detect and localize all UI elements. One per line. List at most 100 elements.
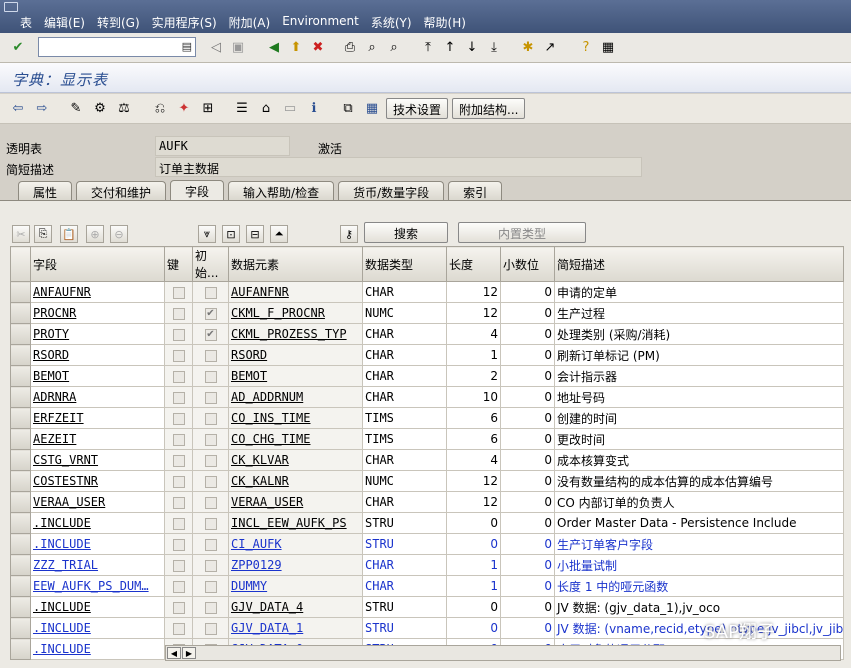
menu-item[interactable]: 附加(A) bbox=[229, 14, 271, 31]
tab-2[interactable]: 字段 bbox=[170, 180, 225, 201]
check-icon[interactable]: ⚖ bbox=[114, 98, 134, 118]
search-help-icon[interactable]: ⚷ bbox=[340, 225, 358, 243]
menu-item[interactable]: 帮助(H) bbox=[424, 14, 466, 31]
graphic-icon[interactable]: ⧉ bbox=[338, 98, 358, 118]
command-history-icon[interactable]: ▤ bbox=[182, 40, 192, 53]
data-element-cell[interactable]: CO_CHG_TIME bbox=[228, 428, 363, 450]
data-element-cell[interactable]: RSORD bbox=[228, 344, 363, 366]
select-all-column[interactable] bbox=[10, 246, 31, 282]
column-header[interactable]: 字段 bbox=[30, 246, 165, 282]
tab-0[interactable]: 属性 bbox=[18, 181, 73, 201]
data-element-cell[interactable]: CK_KALNR bbox=[228, 470, 363, 492]
exit-icon[interactable]: ⬆ bbox=[286, 37, 306, 57]
table-row[interactable]: AEZEIT CO_CHG_TIME TIMS 6 0 更改时间 bbox=[10, 428, 844, 450]
where-used-icon[interactable]: ⎌ bbox=[150, 98, 170, 118]
back-triangle-icon[interactable]: ◁ bbox=[206, 37, 226, 57]
data-element-cell[interactable]: CO_INS_TIME bbox=[228, 407, 363, 429]
horizontal-scrollbar[interactable]: ◀ ▶ bbox=[165, 645, 841, 661]
data-element-cell[interactable]: AD_ADDRNUM bbox=[228, 386, 363, 408]
find-next-icon[interactable]: ⌕ bbox=[384, 37, 404, 57]
table-row[interactable]: VERAA_USER VERAA_USER CHAR 12 0 CO 内部订单的负责人 bbox=[10, 491, 844, 513]
row-selector[interactable] bbox=[10, 617, 31, 639]
previous-page-icon[interactable]: ↑ bbox=[440, 37, 460, 57]
field-name-cell[interactable]: EEW_AUFK_PS_DUM… bbox=[30, 575, 165, 597]
back-arrow-icon[interactable]: ⇦ bbox=[8, 98, 28, 118]
display-object-list-icon[interactable]: ▭ bbox=[280, 98, 300, 118]
menu-item[interactable]: 编辑(E) bbox=[44, 14, 85, 31]
enter-icon[interactable]: ✔ bbox=[8, 37, 28, 57]
menu-item[interactable]: 转到(G) bbox=[97, 14, 140, 31]
row-selector[interactable] bbox=[10, 386, 31, 408]
information-icon[interactable]: ℹ bbox=[304, 98, 324, 118]
field-name-cell[interactable]: BEMOT bbox=[30, 365, 165, 387]
data-element-cell[interactable]: GJV_DATA_4 bbox=[228, 596, 363, 618]
menu-item[interactable]: Environment bbox=[282, 14, 359, 31]
scroll-right-icon[interactable]: ▶ bbox=[182, 647, 196, 659]
next-page-icon[interactable]: ↓ bbox=[462, 37, 482, 57]
row-selector[interactable] bbox=[10, 281, 31, 303]
print-icon[interactable]: ⎙ bbox=[340, 37, 360, 57]
row-selector[interactable] bbox=[10, 365, 31, 387]
tab-4[interactable]: 货币/数量字段 bbox=[338, 181, 445, 201]
field-name-cell[interactable]: ADRNRA bbox=[30, 386, 165, 408]
row-selector[interactable] bbox=[10, 596, 31, 618]
field-name-cell[interactable]: VERAA_USER bbox=[30, 491, 165, 513]
create-session-icon[interactable]: ✱ bbox=[518, 37, 538, 57]
table-row[interactable]: ERFZEIT CO_INS_TIME TIMS 6 0 创建的时间 bbox=[10, 407, 844, 429]
help-icon[interactable]: ? bbox=[576, 37, 596, 57]
column-header[interactable]: 数据类型 bbox=[362, 246, 447, 282]
contents-icon[interactable]: ▦ bbox=[362, 98, 382, 118]
builtin-type-button[interactable]: 内置类型 bbox=[458, 222, 586, 243]
row-selector[interactable] bbox=[10, 554, 31, 576]
table-row[interactable]: ZZZ_TRIAL ZPP0129 CHAR 1 0 小批量试制 bbox=[10, 554, 844, 576]
search-button[interactable]: 搜索 bbox=[364, 222, 448, 243]
row-selector[interactable] bbox=[10, 449, 31, 471]
table-row[interactable]: .INCLUDE CI_AUFK STRU 0 0 生产订单客户字段 bbox=[10, 533, 844, 555]
tab-3[interactable]: 输入帮助/检查 bbox=[228, 181, 335, 201]
column-header[interactable]: 长度 bbox=[446, 246, 501, 282]
append-structures-button[interactable]: 附加结构... bbox=[452, 98, 526, 119]
column-header[interactable]: 小数位 bbox=[500, 246, 555, 282]
data-element-cell[interactable]: GJV_DATA_1 bbox=[228, 617, 363, 639]
row-selector[interactable] bbox=[10, 512, 31, 534]
field-name-cell[interactable]: .INCLUDE bbox=[30, 638, 165, 660]
last-page-icon[interactable]: ⤓ bbox=[484, 37, 504, 57]
data-element-cell[interactable]: AUFANFNR bbox=[228, 281, 363, 303]
forward-arrow-icon[interactable]: ⇨ bbox=[32, 98, 52, 118]
activate-icon[interactable]: ✦ bbox=[174, 98, 194, 118]
data-element-cell[interactable]: CKML_PROZESS_TYP bbox=[228, 323, 363, 345]
system-menu-icon[interactable] bbox=[4, 2, 18, 12]
display-change-icon[interactable]: ✎ bbox=[66, 98, 86, 118]
cut-icon[interactable]: ✂ bbox=[12, 225, 30, 243]
table-row[interactable]: PROTY ✔ CKML_PROZESS_TYP CHAR 4 0 处理类别 (采购/消耗) bbox=[10, 323, 844, 345]
table-row[interactable]: BEMOT BEMOT CHAR 2 0 会计指示器 bbox=[10, 365, 844, 387]
column-header[interactable]: 初始... bbox=[192, 246, 229, 282]
field-name-cell[interactable]: AEZEIT bbox=[30, 428, 165, 450]
field-name-cell[interactable]: ZZZ_TRIAL bbox=[30, 554, 165, 576]
technical-settings-button[interactable]: 技术设置 bbox=[386, 98, 449, 119]
table-row[interactable]: ADRNRA AD_ADDRNUM CHAR 10 0 地址号码 bbox=[10, 386, 844, 408]
menu-item[interactable]: 表 bbox=[20, 14, 32, 31]
collapse-icon[interactable]: ⏶ bbox=[270, 225, 288, 243]
delete-row-icon[interactable]: ⊖ bbox=[110, 225, 128, 243]
command-field[interactable]: ▤ bbox=[38, 37, 196, 57]
field-name-cell[interactable]: .INCLUDE bbox=[30, 533, 165, 555]
other-object-icon[interactable]: ⚙ bbox=[90, 98, 110, 118]
paste-icon[interactable]: 📋 bbox=[60, 225, 78, 243]
field-name-cell[interactable]: ERFZEIT bbox=[30, 407, 165, 429]
layout-menu-icon[interactable]: ▦ bbox=[598, 37, 618, 57]
shortcut-icon[interactable]: ↗ bbox=[540, 37, 560, 57]
field-name-cell[interactable]: CSTG_VRNT bbox=[30, 449, 165, 471]
data-element-cell[interactable]: VERAA_USER bbox=[228, 491, 363, 513]
field-name-cell[interactable]: .INCLUDE bbox=[30, 596, 165, 618]
table-row[interactable]: RSORD RSORD CHAR 1 0 刷新订单标记 (PM) bbox=[10, 344, 844, 366]
data-element-cell[interactable]: CKML_F_PROCNR bbox=[228, 302, 363, 324]
row-selector[interactable] bbox=[10, 302, 31, 324]
cancel-icon[interactable]: ✖ bbox=[308, 37, 328, 57]
column-header[interactable]: 简短描述 bbox=[554, 246, 844, 282]
table-row[interactable]: .INCLUDE GJV_DATA_4 STRU 0 0 JV 数据: (gjv_data… bbox=[10, 596, 844, 618]
save-icon[interactable]: ▣ bbox=[228, 37, 248, 57]
menu-item[interactable]: 系统(Y) bbox=[371, 14, 412, 31]
row-selector[interactable] bbox=[10, 638, 31, 660]
table-row[interactable]: PROCNR ✔ CKML_F_PROCNR NUMC 12 0 生产过程 bbox=[10, 302, 844, 324]
